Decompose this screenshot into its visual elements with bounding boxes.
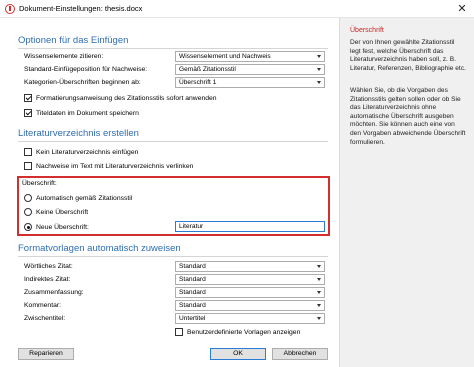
chevron-down-icon xyxy=(317,291,321,294)
style-comment-select[interactable]: Standard xyxy=(175,300,325,311)
divider xyxy=(18,48,328,49)
select-value: Standard xyxy=(179,302,206,309)
select-value: Wissenselement und Nachweis xyxy=(179,53,271,60)
style-comment-label: Kommentar: xyxy=(24,302,62,309)
ok-button[interactable]: OK xyxy=(210,348,266,360)
custom-styles-checkbox-row[interactable]: Benutzerdefinierte Vorlagen anzeigen xyxy=(175,327,300,337)
insert-position-select[interactable]: Gemäß Zitationsstil xyxy=(175,64,325,75)
radio-no-heading[interactable] xyxy=(24,208,32,216)
save-title-data-checkbox-row[interactable]: Titeldaten im Dokument speichern xyxy=(24,108,139,118)
cite-elements-label: Wissenselemente zitieren: xyxy=(24,53,104,60)
radio-auto-heading[interactable] xyxy=(24,194,32,202)
chevron-down-icon xyxy=(317,68,321,71)
window-title: Dokument-Einstellungen: thesis.docx xyxy=(19,4,143,13)
select-value: Untertitel xyxy=(179,315,206,322)
radio-new-heading-label: Neue Überschrift: xyxy=(36,223,89,231)
apply-format-checkbox[interactable] xyxy=(24,94,32,102)
style-subtitle-select[interactable]: Untertitel xyxy=(175,313,325,324)
cancel-button[interactable]: Abbrechen xyxy=(272,348,328,360)
section-heading-insert-options: Optionen für das Einfügen xyxy=(18,35,129,46)
chevron-down-icon xyxy=(317,55,321,58)
link-bibliography-label: Nachweise im Text mit Literaturverzeichn… xyxy=(36,162,194,170)
no-bibliography-checkbox[interactable] xyxy=(24,148,32,156)
help-panel: Überschrift Der von Ihnen gewählte Zitat… xyxy=(339,18,474,367)
style-indirect-select[interactable]: Standard xyxy=(175,274,325,285)
alert-circle-icon xyxy=(5,4,15,14)
chevron-down-icon xyxy=(317,265,321,268)
no-bibliography-label: Kein Literaturverzeichnis einfügen xyxy=(36,148,139,156)
divider xyxy=(18,256,328,257)
style-quote-label: Wörtliches Zitat: xyxy=(24,263,73,270)
section-heading-bibliography: Literaturverzeichnis erstellen xyxy=(18,128,139,139)
select-value: Standard xyxy=(179,289,206,296)
apply-format-checkbox-row[interactable]: Formatierungsanweisung des Zitationsstil… xyxy=(24,93,217,103)
link-bibliography-checkbox[interactable] xyxy=(24,162,32,170)
no-bibliography-checkbox-row[interactable]: Kein Literaturverzeichnis einfügen xyxy=(24,147,138,157)
apply-format-label: Formatierungsanweisung des Zitationsstil… xyxy=(36,94,217,102)
radio-auto-heading-label: Automatisch gemäß Zitationsstil xyxy=(36,194,133,202)
link-bibliography-checkbox-row[interactable]: Nachweise im Text mit Literaturverzeichn… xyxy=(24,161,193,171)
help-paragraph-2: Wählen Sie, ob die Vorgaben des Zitation… xyxy=(350,87,466,146)
save-title-data-checkbox[interactable] xyxy=(24,109,32,117)
radio-no-heading-row[interactable]: Keine Überschrift xyxy=(24,207,88,217)
select-value: Überschrift 1 xyxy=(179,79,217,86)
repair-button[interactable]: Reparieren xyxy=(18,348,74,360)
select-value: Standard xyxy=(179,263,206,270)
new-heading-input[interactable]: Literatur xyxy=(175,221,325,232)
title-bar: Dokument-Einstellungen: thesis.docx ✕ xyxy=(0,0,474,18)
divider xyxy=(18,141,328,142)
style-subtitle-label: Zwischentitel: xyxy=(24,315,66,322)
style-summary-select[interactable]: Standard xyxy=(175,287,325,298)
radio-auto-heading-row[interactable]: Automatisch gemäß Zitationsstil xyxy=(24,193,132,203)
category-headings-select[interactable]: Überschrift 1 xyxy=(175,77,325,88)
style-quote-select[interactable]: Standard xyxy=(175,261,325,272)
radio-no-heading-label: Keine Überschrift xyxy=(36,208,89,216)
help-paragraph-1: Der von Ihnen gewählte Zitationsstil leg… xyxy=(350,39,466,72)
cite-elements-select[interactable]: Wissenselement und Nachweis xyxy=(175,51,325,62)
section-heading-styles: Formatvorlagen automatisch zuweisen xyxy=(18,243,181,254)
chevron-down-icon xyxy=(317,81,321,84)
insert-position-label: Standard-Einfügeposition für Nachweise: xyxy=(24,66,148,73)
chevron-down-icon xyxy=(317,278,321,281)
chevron-down-icon xyxy=(317,304,321,307)
radio-new-heading[interactable] xyxy=(24,223,32,231)
style-indirect-label: Indirektes Zitat: xyxy=(24,276,71,283)
close-icon[interactable]: ✕ xyxy=(450,0,474,18)
style-summary-label: Zusammenfassung: xyxy=(24,289,84,296)
chevron-down-icon xyxy=(317,317,321,320)
help-title: Überschrift xyxy=(350,27,384,34)
custom-styles-checkbox[interactable] xyxy=(175,328,183,336)
save-title-data-label: Titeldaten im Dokument speichern xyxy=(36,109,139,117)
category-headings-label: Kategorien-Überschriften beginnen ab: xyxy=(24,79,141,86)
select-value: Gemäß Zitationsstil xyxy=(179,66,236,73)
select-value: Standard xyxy=(179,276,206,283)
radio-new-heading-row[interactable]: Neue Überschrift: xyxy=(24,222,89,232)
custom-styles-label: Benutzerdefinierte Vorlagen anzeigen xyxy=(187,328,301,336)
heading-group-label: Überschrift: xyxy=(22,180,57,187)
